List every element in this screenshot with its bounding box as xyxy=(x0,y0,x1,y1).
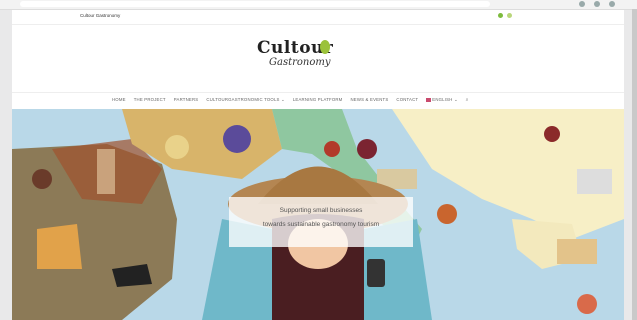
language-label: ENGLISH xyxy=(432,97,453,102)
olive-icon xyxy=(320,40,330,54)
profile-icon[interactable] xyxy=(594,1,600,7)
logo-tagline: Gastronomy xyxy=(269,57,331,68)
search-icon[interactable]: ⌕ xyxy=(466,97,469,103)
nav-news[interactable]: NEWS & EVENTS xyxy=(350,97,388,103)
browser-icons xyxy=(579,1,615,7)
chevron-down-icon: ⌄ xyxy=(453,97,458,102)
uk-flag-icon xyxy=(426,97,432,102)
site-name: Cultour Gastronomy xyxy=(80,13,121,18)
chevron-down-icon: ⌄ xyxy=(281,97,285,102)
nav-project[interactable]: THE PROJECT xyxy=(134,97,166,103)
social-icon[interactable] xyxy=(507,13,512,18)
social-icon[interactable] xyxy=(498,13,503,18)
nav-tools[interactable]: CULTOURGASTRONOMIC TOOLS ⌄ xyxy=(206,97,284,103)
site-logo[interactable]: Cultour Gastronomy xyxy=(257,38,377,86)
nav-learning[interactable]: LEARNING PLATFORM xyxy=(293,97,343,103)
social-links xyxy=(498,13,512,18)
browser-toolbar xyxy=(0,0,637,10)
nav-language[interactable]: ENGLISH ⌄ xyxy=(426,97,458,103)
page-scrollbar[interactable] xyxy=(632,9,637,320)
nav-partners[interactable]: PARTNERS xyxy=(174,97,199,103)
hero-banner: Supporting small businesses towards sust… xyxy=(12,109,624,320)
nav-tools-label: CULTOURGASTRONOMIC TOOLS xyxy=(206,97,280,102)
top-bar: Cultour Gastronomy xyxy=(12,10,624,25)
hero-line-2: towards sustainable gastronomy tourism xyxy=(262,221,380,228)
hero-caption: Supporting small businesses towards sust… xyxy=(229,197,413,247)
nav-contact[interactable]: CONTACT xyxy=(396,97,418,103)
nav-home[interactable]: HOME xyxy=(112,97,126,103)
menu-icon[interactable] xyxy=(609,1,615,7)
hero-line-1: Supporting small businesses xyxy=(279,207,363,214)
main-nav: HOME THE PROJECT PARTNERS CULTOURGASTRON… xyxy=(12,92,624,110)
address-bar[interactable] xyxy=(20,1,490,7)
extension-icon[interactable] xyxy=(579,1,585,7)
web-page: Cultour Gastronomy Cultour Gastronomy HO… xyxy=(12,10,624,320)
